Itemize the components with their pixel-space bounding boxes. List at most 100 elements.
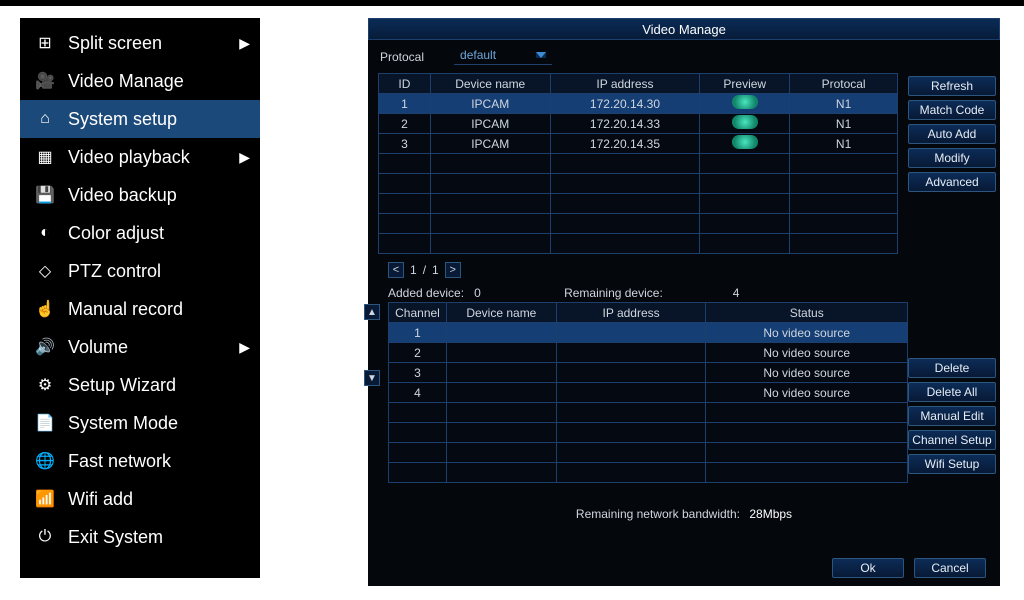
sidebar-item-video-manage[interactable]: 🎥Video Manage [20,62,260,100]
menu-icon: ⚙ [34,375,56,395]
preview-indicator-icon [732,115,758,129]
empty-cell [430,194,550,214]
empty-row [379,154,898,174]
top-black-bar [0,0,1024,6]
empty-cell [550,194,700,214]
column-header: Protocal [790,74,898,94]
menu-icon: ◐ [34,224,56,242]
manual-edit-button[interactable]: Manual Edit [908,406,996,426]
cell-name: IPCAM [430,134,550,154]
empty-cell [446,403,556,423]
dialog-title: Video Manage [368,18,1000,40]
discovered-devices-table: IDDevice nameIP addressPreviewProtocal1I… [378,73,898,254]
wifi-setup-button[interactable]: Wifi Setup [908,454,996,474]
empty-cell [389,463,447,483]
empty-row [389,403,908,423]
cell-ch: 3 [389,363,447,383]
empty-cell [790,214,898,234]
sidebar-item-system-mode[interactable]: 📄System Mode [20,404,260,442]
protocol-select[interactable]: default [454,48,552,65]
sidebar-item-exit-system[interactable]: ⏻Exit System [20,518,260,556]
sidebar-item-video-playback[interactable]: ▦Video playback▶ [20,138,260,176]
preview-indicator-icon [732,135,758,149]
ok-button[interactable]: Ok [832,558,904,578]
channel-setup-button[interactable]: Channel Setup [908,430,996,450]
sidebar-item-fast-network[interactable]: 🌐Fast network [20,442,260,480]
device-row[interactable]: 3IPCAM172.20.14.35N1 [379,134,898,154]
empty-cell [430,234,550,254]
sidebar-item-label: Volume [68,337,128,358]
scroll-up-button[interactable]: ▲ [364,304,380,320]
cell-preview [700,114,790,134]
device-row[interactable]: 1IPCAM172.20.14.30N1 [379,94,898,114]
menu-icon: 🎥 [34,71,56,91]
empty-cell [550,214,700,234]
cell-ip [556,383,706,403]
chevron-right-icon: ▶ [239,149,250,166]
empty-cell [556,403,706,423]
sidebar-item-volume[interactable]: 🔊 Volume ▶ [20,328,260,366]
sidebar-item-label: System setup [68,109,177,130]
column-header: IP address [550,74,700,94]
sidebar-item-setup-wizard[interactable]: ⚙ Setup Wizard [20,366,260,404]
empty-row [389,423,908,443]
empty-cell [706,463,908,483]
pager-sep: / [423,263,426,277]
sidebar-item-manual-record[interactable]: ☝ Manual record [20,290,260,328]
cell-ip: 172.20.14.30 [550,94,700,114]
sidebar-item-label: Wifi add [68,489,133,510]
cell-name [446,323,556,343]
menu-icon: ⌂ [34,110,56,128]
cancel-button[interactable]: Cancel [914,558,986,578]
delete-button[interactable]: Delete [908,358,996,378]
cell-name [446,383,556,403]
sidebar-item-color-adjust[interactable]: ◐Color adjust [20,214,260,252]
pager-prev-button[interactable]: < [388,262,404,278]
video-manage-dialog: Video Manage Protocal default IDDevice n… [368,18,1000,586]
sidebar-item-label: Video playback [68,147,190,168]
added-devices-table: ChannelDevice nameIP addressStatus1No vi… [388,302,908,483]
cell-ip [556,363,706,383]
sidebar-item-ptz-control[interactable]: ◇PTZ control [20,252,260,290]
sidebar-item-video-backup[interactable]: 💾Video backup [20,176,260,214]
modify-button[interactable]: Modify [908,148,996,168]
channel-row[interactable]: 4No video source [389,383,908,403]
match-code-button[interactable]: Match Code [908,100,996,120]
scroll-down-button[interactable]: ▼ [364,370,380,386]
bandwidth-value: 28Mbps [749,507,792,521]
delete-all-button[interactable]: Delete All [908,382,996,402]
cell-status: No video source [706,343,908,363]
sidebar-item-label: Exit System [68,527,163,548]
device-row[interactable]: 2IPCAM172.20.14.33N1 [379,114,898,134]
column-header: IP address [556,303,706,323]
added-device-count: 0 [474,286,554,300]
empty-cell [430,154,550,174]
cell-name [446,363,556,383]
sidebar-item-system-setup[interactable]: ⌂ System setup [20,100,260,138]
empty-cell [700,214,790,234]
cell-name [446,343,556,363]
empty-cell [700,234,790,254]
cell-ip [556,323,706,343]
cell-ip [556,343,706,363]
chevron-right-icon: ▶ [239,339,250,356]
channel-row[interactable]: 1No video source [389,323,908,343]
refresh-button[interactable]: Refresh [908,76,996,96]
sidebar-item-label: Manual record [68,299,183,320]
sidebar-item-wifi-add[interactable]: 📶Wifi add [20,480,260,518]
sidebar-item-label: Setup Wizard [68,375,176,396]
channel-row[interactable]: 2No video source [389,343,908,363]
cell-status: No video source [706,323,908,343]
pager-next-button[interactable]: > [445,262,461,278]
advanced-button[interactable]: Advanced [908,172,996,192]
auto-add-button[interactable]: Auto Add [908,124,996,144]
menu-icon: 🔊 [34,337,56,357]
menu-icon: ☝ [34,299,56,319]
menu-icon: 💾 [34,185,56,205]
channel-row[interactable]: 3No video source [389,363,908,383]
empty-cell [430,174,550,194]
cell-ch: 4 [389,383,447,403]
sidebar-item-split-screen[interactable]: ⊞Split screen▶ [20,24,260,62]
empty-cell [700,194,790,214]
empty-row [379,174,898,194]
